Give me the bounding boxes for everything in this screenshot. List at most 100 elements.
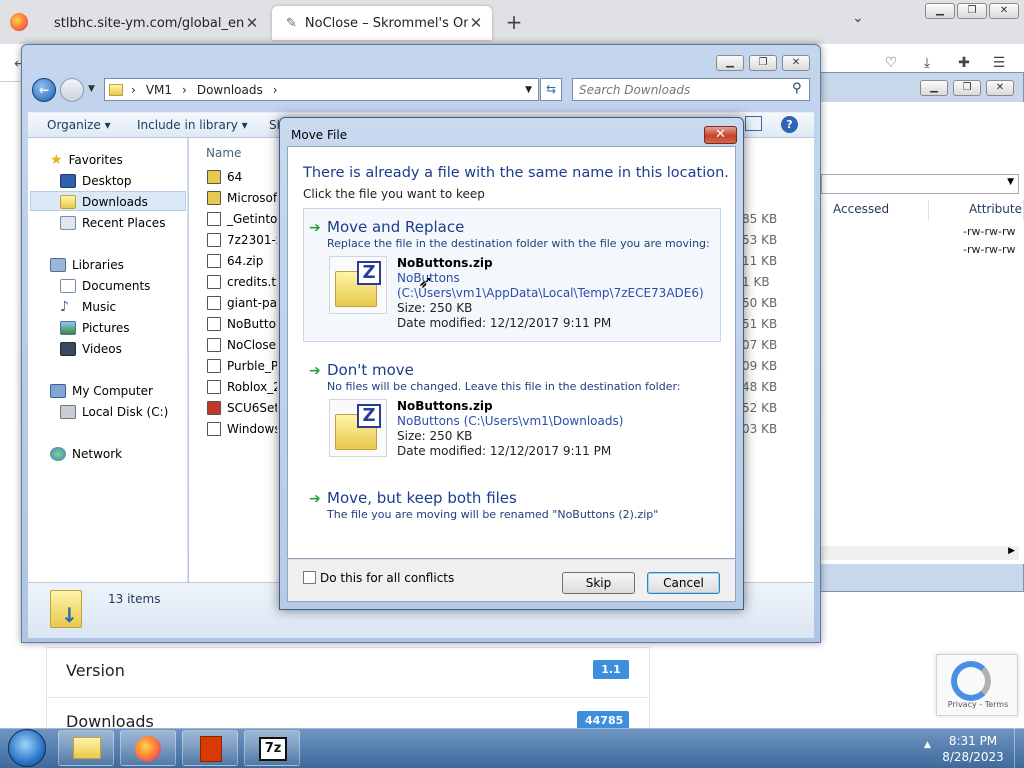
downloads-folder-icon bbox=[60, 195, 76, 209]
option-description: Replace the file in the destination fold… bbox=[327, 237, 710, 250]
file-row[interactable]: NoClose.z bbox=[207, 338, 277, 352]
file-name: NoButton bbox=[227, 317, 277, 331]
close-icon[interactable]: ✕ bbox=[989, 3, 1019, 19]
option-title[interactable]: Move and Replace bbox=[327, 218, 464, 236]
file-row[interactable]: _Getintop bbox=[207, 212, 277, 226]
column-header-name[interactable]: Name bbox=[206, 146, 241, 160]
option-title[interactable]: Move, but keep both files bbox=[327, 489, 517, 507]
zip-file-icon: Z bbox=[329, 399, 387, 457]
search-input[interactable]: Search Downloads bbox=[572, 78, 810, 101]
nav-item-desktop[interactable]: Desktop bbox=[60, 171, 132, 191]
nav-my-computer[interactable]: My Computer bbox=[50, 381, 153, 401]
organize-menu[interactable]: Organize ▾ bbox=[47, 118, 111, 132]
firefox-logo-icon bbox=[10, 13, 28, 31]
source-path-link[interactable]: (C:\Users\vm1\AppData\Local\Temp\7zECE73… bbox=[397, 286, 704, 300]
address-segment[interactable]: VM1 bbox=[146, 83, 172, 97]
menu-icon[interactable]: ☰ bbox=[990, 54, 1008, 72]
recaptcha-widget[interactable]: Privacy - Terms bbox=[936, 654, 1018, 716]
browser-tab-1[interactable]: stlbhc.site-ym.com/global_eng ✕ bbox=[40, 6, 268, 40]
file-row[interactable]: Purble_Pla bbox=[207, 359, 277, 373]
restore-icon[interactable]: ❐ bbox=[953, 80, 981, 96]
address-bar[interactable]: › VM1 › Downloads › ▼ bbox=[104, 78, 539, 101]
checkbox-label[interactable]: Do this for all conflicts bbox=[320, 571, 454, 585]
nav-item-recent-places[interactable]: Recent Places bbox=[60, 213, 165, 233]
close-icon[interactable]: ✕ bbox=[704, 126, 737, 144]
restore-icon[interactable]: ❐ bbox=[957, 3, 987, 19]
file-row[interactable]: SCU6Setu bbox=[207, 401, 277, 415]
downloads-icon[interactable]: ⤓ bbox=[918, 54, 936, 72]
start-button[interactable] bbox=[8, 729, 46, 767]
pocket-icon[interactable]: ♡ bbox=[882, 54, 900, 72]
chevron-down-icon[interactable]: ▼ bbox=[525, 85, 532, 95]
horizontal-scrollbar[interactable]: ▶ bbox=[821, 546, 1019, 560]
help-icon[interactable]: ? bbox=[781, 116, 798, 133]
address-segment[interactable]: Downloads bbox=[197, 83, 263, 97]
preview-pane-icon[interactable] bbox=[745, 116, 762, 131]
close-icon[interactable]: ✕ bbox=[986, 80, 1014, 96]
include-in-library-menu[interactable]: Include in library ▾ bbox=[137, 118, 248, 132]
nav-label: Videos bbox=[82, 342, 122, 356]
minimize-icon[interactable]: ▁ bbox=[920, 80, 948, 96]
close-icon[interactable]: ✕ bbox=[782, 55, 810, 71]
minimize-icon[interactable]: ▁ bbox=[925, 3, 955, 19]
cancel-button[interactable]: Cancel bbox=[647, 572, 720, 594]
extensions-icon[interactable]: ✚ bbox=[955, 54, 973, 72]
recent-pages-chevron-icon[interactable]: ▼ bbox=[88, 84, 95, 94]
nav-favorites[interactable]: ★ Favorites bbox=[50, 150, 123, 170]
forward-button[interactable] bbox=[60, 78, 84, 102]
nav-item-documents[interactable]: Documents bbox=[60, 276, 150, 296]
nav-item-local-disk[interactable]: Local Disk (C:) bbox=[60, 402, 168, 422]
tab-close-icon[interactable]: ✕ bbox=[468, 14, 484, 32]
nav-label: Libraries bbox=[72, 258, 124, 272]
file-row[interactable]: Roblox_2.5 bbox=[207, 380, 277, 394]
minimize-icon[interactable]: ▁ bbox=[716, 55, 744, 71]
nav-label: Local Disk (C:) bbox=[82, 405, 169, 419]
system-clock[interactable]: 8:31 PM 8/28/2023 bbox=[938, 733, 1008, 765]
7zip-taskbar-button[interactable]: 7z bbox=[244, 730, 300, 766]
recaptcha-links[interactable]: Privacy - Terms bbox=[937, 700, 1019, 709]
plus-icon[interactable]: + bbox=[503, 10, 525, 34]
firefox-taskbar-button[interactable] bbox=[120, 730, 176, 766]
file-row[interactable]: Windows bbox=[207, 422, 277, 436]
file-icon bbox=[207, 275, 221, 289]
file-row[interactable]: credits.txt bbox=[207, 275, 277, 289]
nav-label: Pictures bbox=[82, 321, 130, 335]
dialog-subheading: Click the file you want to keep bbox=[303, 187, 485, 201]
file-row[interactable]: 64.zip bbox=[207, 254, 277, 268]
file-row[interactable]: NoButton bbox=[207, 317, 277, 331]
nav-item-videos[interactable]: Videos bbox=[60, 339, 122, 359]
chevron-right-icon[interactable]: ▶ bbox=[1008, 546, 1015, 556]
file-row[interactable]: 64 bbox=[207, 170, 277, 184]
browser-tab-2[interactable]: ✎ NoClose – Skrommel's One Ho ✕ bbox=[272, 6, 492, 40]
nav-item-downloads[interactable]: Downloads bbox=[60, 192, 148, 212]
nav-item-pictures[interactable]: Pictures bbox=[60, 318, 130, 338]
nav-item-music[interactable]: ♪ Music bbox=[60, 297, 116, 317]
search-icon[interactable]: ⚲ bbox=[792, 81, 802, 96]
nav-label: Documents bbox=[82, 279, 151, 293]
nav-libraries[interactable]: Libraries bbox=[50, 255, 124, 275]
office-taskbar-button[interactable] bbox=[182, 730, 238, 766]
file-row[interactable]: 7z2301-x6 bbox=[207, 233, 277, 247]
nav-network[interactable]: Network bbox=[50, 444, 122, 464]
file-name: credits.txt bbox=[227, 275, 277, 289]
explorer-taskbar-button[interactable] bbox=[58, 730, 114, 766]
restore-icon[interactable]: ❐ bbox=[749, 55, 777, 71]
file-row[interactable]: Microsoft bbox=[207, 191, 277, 205]
refresh-icon[interactable]: ⇆ bbox=[540, 78, 562, 101]
path-dropdown[interactable]: ▼ bbox=[821, 174, 1019, 194]
column-header-attribute[interactable]: Attribute bbox=[929, 200, 1024, 220]
back-button[interactable]: ← bbox=[32, 78, 56, 102]
destination-path-link[interactable]: NoButtons (C:\Users\vm1\Downloads) bbox=[397, 414, 623, 428]
column-header-accessed[interactable]: Accessed bbox=[821, 200, 929, 220]
show-hidden-icons-icon[interactable]: ▲ bbox=[924, 740, 931, 750]
file-row[interactable]: giant-pan bbox=[207, 296, 277, 310]
tab-close-icon[interactable]: ✕ bbox=[244, 14, 260, 32]
option-title[interactable]: Don't move bbox=[327, 361, 414, 379]
apply-to-all-checkbox[interactable] bbox=[303, 571, 316, 584]
show-desktop-button[interactable] bbox=[1014, 728, 1024, 768]
file-name: Roblox_2.5 bbox=[227, 380, 277, 394]
chevron-down-icon[interactable]: ⌄ bbox=[852, 10, 864, 26]
file-icon bbox=[207, 233, 221, 247]
file-size: 52 KB bbox=[742, 401, 778, 415]
skip-button[interactable]: Skip bbox=[562, 572, 635, 594]
